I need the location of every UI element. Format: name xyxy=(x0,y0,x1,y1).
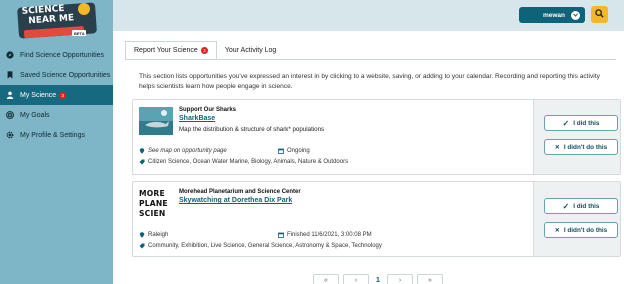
opportunity-title-link[interactable]: SharkBase xyxy=(179,115,215,122)
check-icon: ✓ xyxy=(562,118,570,128)
tab-bar: Report Your Science 3 Your Activity Log xyxy=(125,41,284,60)
button-label: I didn't do this xyxy=(563,226,608,234)
logo-text-line: SCIEN xyxy=(139,209,166,218)
intro-text: This section lists opportunities you've … xyxy=(139,73,600,90)
notification-badge: 3 xyxy=(59,91,67,99)
calendar-icon xyxy=(278,232,284,238)
button-label: I didn't do this xyxy=(563,143,608,151)
location-pin-icon xyxy=(139,232,145,238)
card-actions: ✓ I did this ✕ I didn't do this xyxy=(533,182,620,256)
location-text: See map on opportunity page xyxy=(148,148,227,154)
prev-page-button[interactable]: ‹ xyxy=(343,274,369,284)
card-actions: ✓ I did this ✕ I didn't do this xyxy=(533,100,620,174)
sidebar-item-goals[interactable]: My Goals xyxy=(0,105,113,125)
current-page: 1 xyxy=(373,274,383,284)
date-text: Finished 11/6/2021, 3:00:08 PM xyxy=(287,232,372,238)
i-didnt-do-this-button[interactable]: ✕ I didn't do this xyxy=(544,222,618,238)
opportunity-description: Map the distribution & structure of shar… xyxy=(179,126,325,133)
chevron-down-icon xyxy=(571,10,580,20)
opportunity-card: MORE PLANE SCIEN Morehead Planetarium an… xyxy=(132,181,621,257)
sidebar-item-label: Find Science Opportunities xyxy=(20,51,105,59)
tab-activity-log[interactable]: Your Activity Log xyxy=(217,41,285,60)
location-meta: See map on opportunity page xyxy=(139,148,227,154)
target-icon xyxy=(5,110,15,120)
button-label: I did this xyxy=(573,202,600,210)
sidebar: SCIENCE NEAR ME BETA Find Science Opport… xyxy=(0,0,113,284)
logo-text-line: PLANE xyxy=(139,199,168,208)
date-meta: Ongoing xyxy=(278,148,310,154)
sidebar-item-saved[interactable]: Saved Science Opportunities xyxy=(0,65,113,85)
tags-meta: Citizen Science, Ocean Water Marine, Bio… xyxy=(139,159,348,165)
location-pin-icon xyxy=(139,148,145,154)
tags-meta: Community, Exhibition, Live Science, Gen… xyxy=(139,243,382,249)
opportunity-title-link[interactable]: Skywatching at Dorethea Dix Park xyxy=(179,197,292,204)
tab-label: Your Activity Log xyxy=(224,47,277,54)
first-page-button[interactable]: « xyxy=(313,274,339,284)
sidebar-item-label: My Profile & Settings xyxy=(20,131,85,139)
tab-divider xyxy=(125,59,616,60)
gear-icon xyxy=(5,130,15,140)
main-content: Report Your Science 3 Your Activity Log … xyxy=(113,31,624,284)
i-did-this-button[interactable]: ✓ I did this xyxy=(544,198,618,214)
opportunity-thumbnail xyxy=(139,107,173,135)
last-page-button[interactable]: » xyxy=(417,274,443,284)
close-icon: ✕ xyxy=(554,227,560,234)
compass-icon xyxy=(5,50,15,60)
location-text: Raleigh xyxy=(148,232,169,238)
opportunity-card: Support Our Sharks SharkBase Map the dis… xyxy=(132,99,621,175)
tag-icon xyxy=(139,243,145,249)
pagination: « ‹ 1 › » xyxy=(313,274,447,284)
search-button[interactable] xyxy=(591,6,608,23)
next-page-button[interactable]: › xyxy=(387,274,413,284)
button-label: I did this xyxy=(573,119,600,127)
tab-badge: 3 xyxy=(200,47,208,54)
bookmark-icon xyxy=(5,70,15,80)
close-icon: ✕ xyxy=(554,144,560,151)
tab-report-your-science[interactable]: Report Your Science 3 xyxy=(125,41,217,60)
sidebar-nav: Find Science Opportunities Saved Science… xyxy=(0,45,113,145)
location-meta: Raleigh xyxy=(139,232,168,238)
date-meta: Finished 11/6/2021, 3:00:08 PM xyxy=(278,232,372,238)
morehead-logo: MORE PLANE SCIEN xyxy=(139,189,173,219)
i-did-this-button[interactable]: ✓ I did this xyxy=(544,115,618,131)
sidebar-item-my-science[interactable]: My Science 3 xyxy=(0,85,113,105)
sidebar-item-profile[interactable]: My Profile & Settings xyxy=(0,125,113,145)
tab-label: Report Your Science xyxy=(134,47,198,54)
calendar-icon xyxy=(278,148,284,154)
sidebar-item-label: My Goals xyxy=(20,111,50,119)
sidebar-item-label: My Science xyxy=(20,91,57,99)
tags-text: Community, Exhibition, Live Science, Gen… xyxy=(148,243,382,249)
organization-name: Support Our Sharks xyxy=(179,107,237,113)
username: mewan xyxy=(542,11,565,19)
tag-icon xyxy=(139,159,145,165)
organization-name: Morehead Planetarium and Science Center xyxy=(179,189,301,195)
person-icon xyxy=(5,90,15,100)
sidebar-item-label: Saved Science Opportunities xyxy=(20,71,111,79)
sidebar-item-find[interactable]: Find Science Opportunities xyxy=(0,45,113,65)
top-header: mewan xyxy=(113,0,624,31)
logo-text-line: MORE xyxy=(139,189,165,198)
science-near-me-logo[interactable]: SCIENCE NEAR ME BETA xyxy=(14,2,100,40)
beta-label: BETA xyxy=(74,31,85,36)
i-didnt-do-this-button[interactable]: ✕ I didn't do this xyxy=(544,139,618,155)
date-text: Ongoing xyxy=(287,148,310,154)
user-menu-button[interactable]: mewan xyxy=(519,7,585,23)
search-icon xyxy=(595,9,604,20)
check-icon: ✓ xyxy=(562,201,570,211)
tags-text: Citizen Science, Ocean Water Marine, Bio… xyxy=(148,159,349,165)
